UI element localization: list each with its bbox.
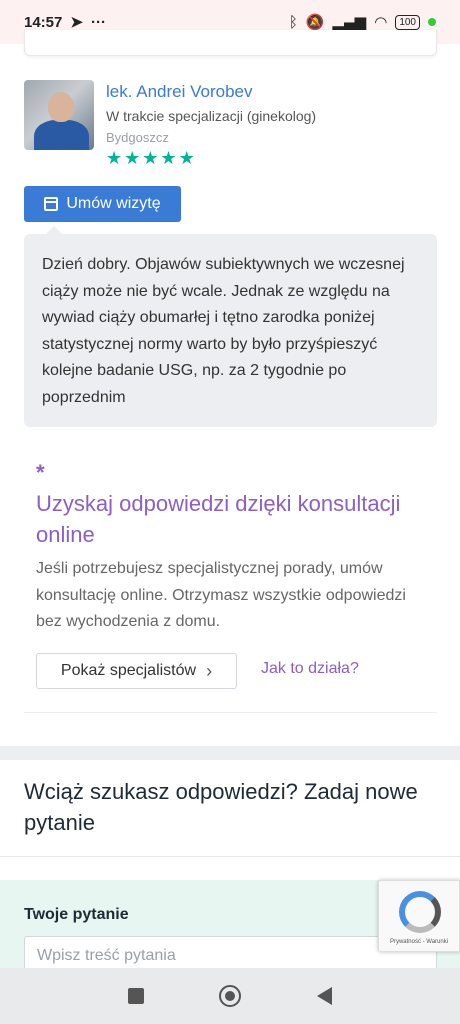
star-icon: ★ bbox=[124, 148, 141, 168]
divider bbox=[24, 712, 437, 713]
mute-icon: 🔕 bbox=[305, 14, 325, 31]
recording-dot-icon bbox=[428, 18, 436, 26]
android-nav-bar bbox=[0, 968, 460, 1024]
book-visit-label: Umów wizytę bbox=[66, 195, 161, 212]
show-specialists-button[interactable]: Pokaż specjalistów › bbox=[36, 653, 237, 689]
how-it-works-link[interactable]: Jak to działa? bbox=[261, 660, 359, 678]
star-icon: ★ bbox=[178, 148, 195, 168]
recaptcha-badge[interactable]: Prywatność - Warunki bbox=[378, 880, 460, 952]
section-separator bbox=[0, 746, 460, 760]
doctor-city: Bydgoszcz bbox=[106, 130, 169, 145]
back-icon[interactable] bbox=[317, 987, 333, 1005]
book-visit-button[interactable]: Umów wizytę bbox=[24, 186, 181, 222]
promo-title: Uzyskaj odpowiedzi dzięki konsultacji on… bbox=[36, 491, 401, 547]
show-specialists-label: Pokaż specjalistów bbox=[60, 662, 197, 679]
ask-question-title: Wciąż szukasz odpowiedzi? Zadaj nowe pyt… bbox=[24, 779, 418, 835]
home-icon[interactable] bbox=[219, 985, 242, 1007]
status-time: 14:57 bbox=[24, 13, 63, 31]
doctor-name-link[interactable]: lek. Andrei Vorobev bbox=[106, 82, 316, 102]
asterisk-icon: * bbox=[36, 460, 45, 485]
doctor-specialization: W trakcie specjalizacji (ginekolog) bbox=[106, 108, 317, 124]
calendar-icon bbox=[44, 197, 59, 211]
chevron-right-icon: › bbox=[206, 660, 213, 681]
previous-card bbox=[24, 30, 437, 56]
wifi-icon: ◠ bbox=[374, 14, 388, 31]
doctor-card: lek. Andrei Vorobev W trakcie specjaliza… bbox=[24, 80, 316, 167]
star-icon: ★ bbox=[106, 148, 123, 168]
rating-stars: ★ ★ ★ ★ ★ bbox=[106, 149, 316, 167]
recaptcha-text: Prywatność - Warunki bbox=[389, 939, 449, 945]
doctor-avatar[interactable] bbox=[24, 80, 94, 150]
battery-icon: 100 bbox=[395, 14, 420, 30]
doctor-answer: Dzień dobry. Objawów subiektywnych we wc… bbox=[24, 226, 437, 427]
star-icon: ★ bbox=[160, 148, 177, 168]
promo-text: Jeśli potrzebujesz specjalistycznej pora… bbox=[36, 560, 406, 630]
divider bbox=[0, 856, 460, 857]
question-label: Twoje pytanie bbox=[24, 906, 129, 923]
recent-apps-icon[interactable] bbox=[127, 988, 144, 1004]
star-icon: ★ bbox=[142, 148, 159, 168]
signal-icon: ▂▄▆ bbox=[332, 14, 367, 31]
more-notifications-icon: ··· bbox=[90, 13, 106, 31]
telegram-icon: ➤ bbox=[70, 14, 83, 31]
recaptcha-icon bbox=[399, 891, 441, 933]
bluetooth-icon: ᛒ bbox=[288, 13, 298, 31]
